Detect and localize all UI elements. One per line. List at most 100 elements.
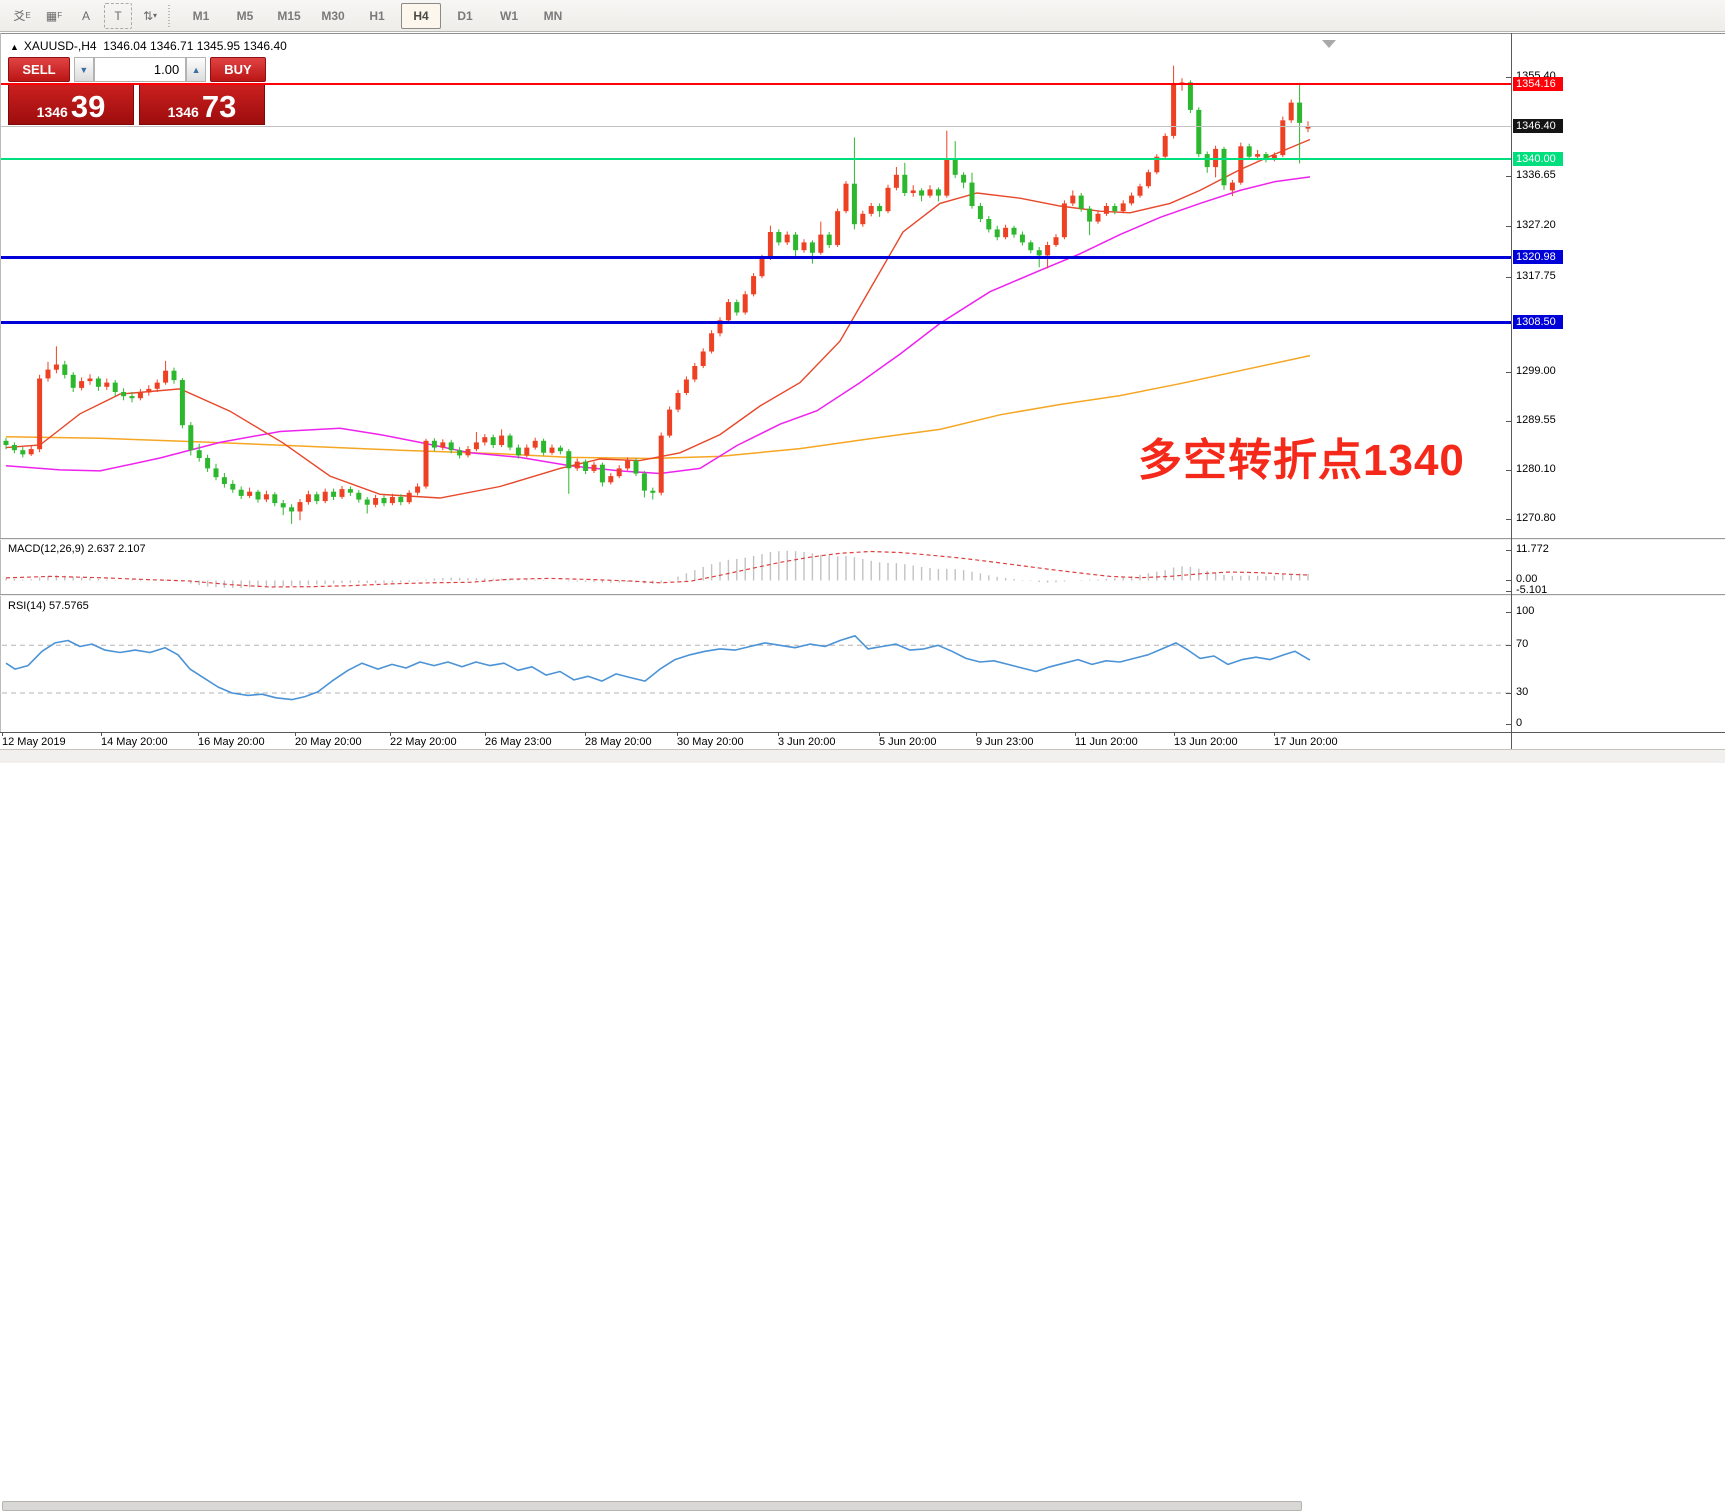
axis-tick	[1506, 277, 1511, 278]
price-badge: 1308.50	[1513, 315, 1563, 329]
price-badge: 1320.98	[1513, 250, 1563, 264]
date-axis-label: 17 Jun 20:00	[1274, 736, 1338, 748]
date-axis-label: 20 May 20:00	[295, 736, 362, 748]
horizontal-level-line[interactable]	[1, 126, 1511, 127]
date-axis-tick	[101, 732, 102, 736]
date-axis-tick	[879, 732, 880, 736]
axis-tick	[1506, 550, 1511, 551]
macd-axis-label: 11.772	[1516, 543, 1549, 555]
date-axis-tick	[677, 732, 678, 736]
axis-tick	[1506, 724, 1511, 725]
macd-axis-label: -5.101	[1516, 584, 1547, 596]
horizontal-level-line[interactable]	[1, 158, 1511, 160]
date-axis-label: 28 May 20:00	[585, 736, 652, 748]
fibonacci-grid-icon[interactable]: ▦F	[40, 3, 68, 29]
chart-left-border	[0, 33, 1, 749]
horizontal-scrollbar[interactable]	[0, 749, 1725, 763]
date-axis-label: 3 Jun 20:00	[778, 736, 836, 748]
timeframe-bar: M1M5M15M30H1H4D1W1MN	[179, 3, 575, 29]
expert-advisor-icon[interactable]: 爻E	[8, 3, 36, 29]
price-axis-label: 1270.80	[1516, 512, 1556, 524]
price-badge: 1354.16	[1513, 77, 1563, 91]
date-axis-label: 5 Jun 20:00	[879, 736, 937, 748]
arrow-tools-icon[interactable]: ⇅▾	[136, 3, 164, 29]
price-badge: 1346.40	[1513, 119, 1563, 133]
volume-increase-button[interactable]: ▲	[186, 57, 206, 82]
ask-price-big: 73	[202, 91, 236, 122]
date-axis-tick	[1075, 732, 1076, 736]
rsi-label: RSI(14) 57.5765	[8, 600, 89, 612]
axis-tick	[1506, 77, 1511, 78]
timeframe-button-m15[interactable]: M15	[269, 3, 309, 29]
horizontal-level-line[interactable]	[1, 321, 1511, 324]
price-badge: 1340.00	[1513, 152, 1563, 166]
date-axis-tick	[1274, 732, 1275, 736]
symbol-marker-icon: ▲	[10, 42, 19, 52]
toolbar-grip[interactable]	[168, 5, 173, 27]
volume-input[interactable]: 1.00	[94, 57, 187, 82]
annotation-text: 多空转折点1340	[1138, 424, 1465, 488]
timeframe-button-h4[interactable]: H4	[401, 3, 441, 29]
price-axis-label: 1327.20	[1516, 219, 1556, 231]
scrollbar-thumb[interactable]	[2, 1501, 1302, 1511]
timeframe-button-mn[interactable]: MN	[533, 3, 573, 29]
chart-title: ▲XAUUSD-,H4 1346.04 1346.71 1345.95 1346…	[10, 39, 287, 53]
timeframe-button-h1[interactable]: H1	[357, 3, 397, 29]
date-axis-tick	[390, 732, 391, 736]
macd-panel-divider[interactable]	[0, 538, 1725, 540]
date-axis-tick	[2, 732, 3, 736]
date-axis-tick	[976, 732, 977, 736]
axis-tick	[1506, 372, 1511, 373]
axis-tick	[1506, 519, 1511, 520]
timeframe-button-m1[interactable]: M1	[181, 3, 221, 29]
text-tool-icon[interactable]: A	[72, 3, 100, 29]
toolbar: 爻E ▦F A T ⇅▾ M1M5M15M30H1H4D1W1MN	[0, 0, 1725, 32]
axis-tick	[1506, 580, 1511, 581]
bid-price-small: 1346	[37, 102, 68, 122]
date-axis-tick	[585, 732, 586, 736]
date-axis-tick	[198, 732, 199, 736]
rsi-axis-label: 100	[1516, 605, 1534, 617]
text-label-tool-icon[interactable]: T	[104, 3, 132, 29]
rsi-axis-label: 70	[1516, 638, 1528, 650]
sell-button[interactable]: SELL	[8, 57, 70, 82]
date-axis-label: 13 Jun 20:00	[1174, 736, 1238, 748]
axis-tick	[1506, 693, 1511, 694]
horizontal-level-line[interactable]	[1, 256, 1511, 259]
chart-top-border	[0, 33, 1725, 34]
chart-shift-marker-icon[interactable]	[1322, 40, 1336, 48]
rsi-axis-label: 30	[1516, 686, 1528, 698]
timeframe-button-m5[interactable]: M5	[225, 3, 265, 29]
date-axis-tick	[1174, 732, 1175, 736]
price-axis-label: 1299.00	[1516, 365, 1556, 377]
rsi-panel-divider[interactable]	[0, 594, 1725, 596]
date-axis-label: 30 May 20:00	[677, 736, 744, 748]
bid-price-big: 39	[71, 91, 105, 122]
bid-price-display[interactable]: 1346 39	[8, 84, 134, 125]
date-axis-tick	[295, 732, 296, 736]
horizontal-level-line[interactable]	[1, 83, 1511, 85]
buy-button[interactable]: BUY	[210, 57, 266, 82]
axis-tick	[1506, 176, 1511, 177]
date-axis-label: 16 May 20:00	[198, 736, 265, 748]
symbol-label: XAUUSD-,H4	[24, 39, 97, 53]
timeframe-button-m30[interactable]: M30	[313, 3, 353, 29]
date-axis-label: 26 May 23:00	[485, 736, 552, 748]
price-axis-label: 1317.75	[1516, 270, 1556, 282]
price-axis-label: 1280.10	[1516, 463, 1556, 475]
date-axis-label: 9 Jun 23:00	[976, 736, 1034, 748]
axis-tick	[1506, 470, 1511, 471]
volume-decrease-button[interactable]: ▼	[74, 57, 94, 82]
date-axis-label: 11 Jun 20:00	[1075, 736, 1138, 748]
chart-window[interactable]	[0, 33, 1725, 763]
one-click-trading-panel: SELL ▼ 1.00 ▲ BUY 1346 39 1346 73	[8, 57, 266, 125]
price-axis-label: 1289.55	[1516, 414, 1556, 426]
timeframe-button-w1[interactable]: W1	[489, 3, 529, 29]
axis-tick	[1506, 421, 1511, 422]
ask-price-display[interactable]: 1346 73	[139, 84, 265, 125]
rsi-axis-label: 0	[1516, 717, 1522, 729]
price-axis-separator	[1511, 33, 1512, 749]
timeframe-button-d1[interactable]: D1	[445, 3, 485, 29]
date-axis-tick	[778, 732, 779, 736]
date-axis-label: 14 May 20:00	[101, 736, 168, 748]
